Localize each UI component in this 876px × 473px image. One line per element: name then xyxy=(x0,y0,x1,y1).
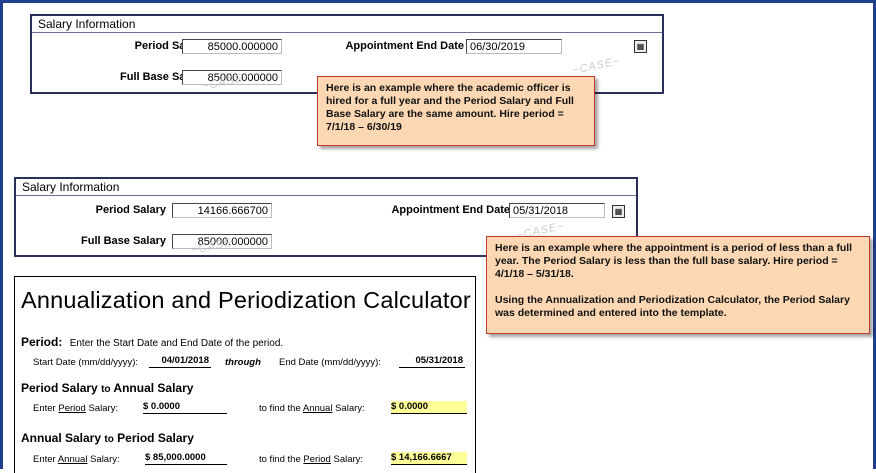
annual-to-period-heading: Annual Salary to Period Salary xyxy=(21,431,194,445)
period-instruction: Enter the Start Date and End Date of the… xyxy=(69,338,284,349)
end-date-input[interactable]: 06/30/2019 xyxy=(466,39,562,54)
label-part: to find the xyxy=(259,454,301,465)
note-text: Here is an example where the appointment… xyxy=(495,242,853,280)
annual-link[interactable]: Annual xyxy=(58,454,88,465)
find-period-salary-label: to find the Period Salary: xyxy=(259,454,363,465)
enter-period-salary-label: Enter Period Salary: xyxy=(33,403,118,414)
period-section-heading: Period: Enter the Start Date and End Dat… xyxy=(21,335,283,349)
annual-salary-result: $ 0.0000 xyxy=(391,401,467,414)
label-part: Salary: xyxy=(333,454,364,465)
period-link[interactable]: Period xyxy=(58,403,85,414)
heading-part: Period Salary xyxy=(21,381,98,395)
end-date-input[interactable]: 05/31/2018 xyxy=(399,355,465,368)
start-date-label: Start Date (mm/dd/yyyy): xyxy=(33,357,139,368)
end-date-label: End Date (mm/dd/yyyy): xyxy=(279,357,381,368)
label-part: Enter xyxy=(33,403,56,414)
heading-part: Annual Salary xyxy=(113,381,194,395)
period-salary-input[interactable]: 14166.666700 xyxy=(172,203,272,218)
calculator-title: Annualization and Periodization Calculat… xyxy=(21,287,471,313)
end-date-label: Appointment End Date xyxy=(391,204,510,216)
calendar-icon[interactable]: ▦ xyxy=(612,205,625,218)
label-part: Salary: xyxy=(335,403,365,414)
note-callout-1: Here is an example where the academic of… xyxy=(317,76,595,146)
through-label: through xyxy=(225,357,261,368)
heading-part: to xyxy=(101,384,111,395)
period-salary-input[interactable]: $ 0.0000 xyxy=(143,401,227,414)
period-salary-result: $ 14,166.6667 xyxy=(391,452,467,465)
period-link[interactable]: Period xyxy=(303,454,330,465)
note-text: Using the Annualization and Periodizatio… xyxy=(495,294,850,319)
start-date-input[interactable]: 04/01/2018 xyxy=(149,355,211,368)
full-base-salary-label: Full Base Salary xyxy=(81,235,166,247)
period-salary-label: Period Salary xyxy=(95,204,166,216)
calendar-icon[interactable]: ▦ xyxy=(634,40,647,53)
annual-link[interactable]: Annual xyxy=(303,403,333,414)
period-heading: Period: xyxy=(21,335,63,349)
note-callout-2: Here is an example where the appointment… xyxy=(486,236,870,334)
label-part: to find the xyxy=(259,403,301,414)
end-date-input[interactable]: 05/31/2018 xyxy=(509,203,605,218)
label-part: Salary: xyxy=(90,454,120,465)
heading-part: Period Salary xyxy=(117,431,194,445)
heading-part: Annual Salary xyxy=(21,431,102,445)
heading-part: to xyxy=(104,434,114,445)
calculator-panel: Annualization and Periodization Calculat… xyxy=(14,276,476,473)
label-part: Salary: xyxy=(88,403,119,414)
watermark: ~CASE~ xyxy=(571,55,622,77)
end-date-label: Appointment End Date xyxy=(345,40,464,52)
annual-salary-input[interactable]: $ 85,000.0000 xyxy=(145,452,227,465)
label-part: Enter xyxy=(33,454,56,465)
period-to-annual-heading: Period Salary to Annual Salary xyxy=(21,381,193,395)
note-text: Here is an example where the academic of… xyxy=(326,82,574,133)
panel-header: Salary Information xyxy=(16,179,636,196)
panel-header: Salary Information xyxy=(32,16,662,33)
period-salary-input[interactable]: 85000.000000 xyxy=(182,39,282,54)
enter-annual-salary-label: Enter Annual Salary: xyxy=(33,454,120,465)
find-annual-salary-label: to find the Annual Salary: xyxy=(259,403,365,414)
